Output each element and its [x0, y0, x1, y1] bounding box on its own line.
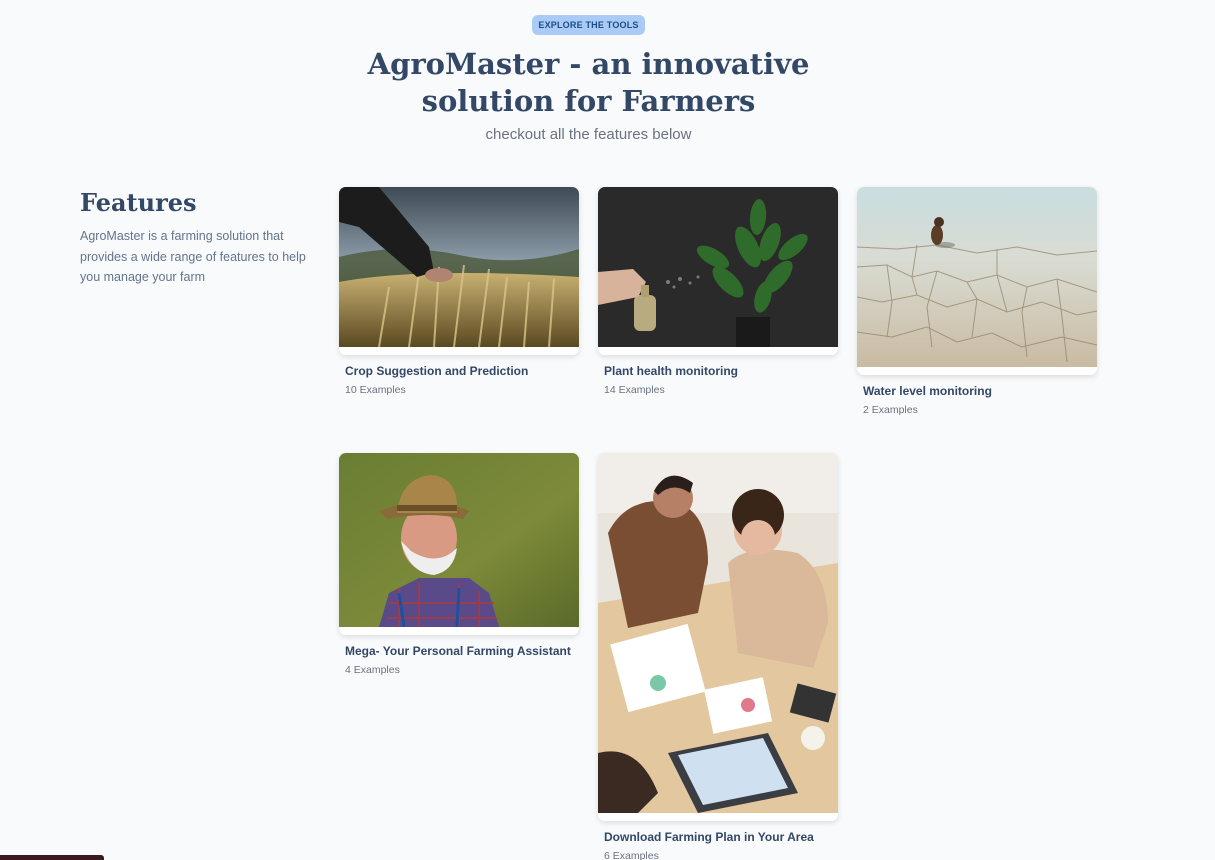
- page-subtitle: checkout all the features below: [485, 126, 692, 143]
- card-examples-count: 4 Examples: [345, 664, 400, 676]
- features-heading: Features: [80, 188, 197, 217]
- feature-card-farming-assistant[interactable]: Mega- Your Personal Farming Assistant 4 …: [339, 453, 579, 676]
- features-description: AgroMaster is a farming solution that pr…: [80, 229, 306, 284]
- card-examples-count: 6 Examples: [604, 850, 659, 860]
- card-image-frame: [598, 453, 838, 821]
- explore-tools-badge[interactable]: EXPLORE THE TOOLS: [532, 15, 645, 35]
- card-title[interactable]: Water level monitoring: [863, 384, 1097, 398]
- card-title[interactable]: Download Farming Plan in Your Area: [604, 830, 838, 844]
- plant-spray-image: [598, 187, 838, 347]
- card-examples-count: 2 Examples: [863, 404, 918, 416]
- feature-card-farming-plan[interactable]: Download Farming Plan in Your Area 6 Exa…: [598, 453, 838, 860]
- card-examples-count: 14 Examples: [604, 384, 665, 396]
- card-image-frame: [339, 453, 579, 635]
- cracked-ground-image: [857, 187, 1097, 367]
- feature-card-crop-suggestion[interactable]: Crop Suggestion and Prediction 10 Exampl…: [339, 187, 579, 396]
- team-meeting-image: [598, 453, 838, 813]
- feature-card-plant-health[interactable]: Plant health monitoring 14 Examples: [598, 187, 838, 396]
- wheat-field-image: [339, 187, 579, 347]
- bottom-left-bar: [0, 855, 104, 860]
- page-title: AgroMaster - an innovative solution for …: [367, 47, 810, 118]
- farmer-image: [339, 453, 579, 627]
- feature-card-water-level[interactable]: Water level monitoring 2 Examples: [857, 187, 1097, 416]
- card-title[interactable]: Plant health monitoring: [604, 364, 838, 378]
- card-image-frame: [339, 187, 579, 355]
- card-title[interactable]: Crop Suggestion and Prediction: [345, 364, 579, 378]
- card-title[interactable]: Mega- Your Personal Farming Assistant: [345, 644, 579, 658]
- card-image-frame: [857, 187, 1097, 375]
- card-image-frame: [598, 187, 838, 355]
- card-examples-count: 10 Examples: [345, 384, 406, 396]
